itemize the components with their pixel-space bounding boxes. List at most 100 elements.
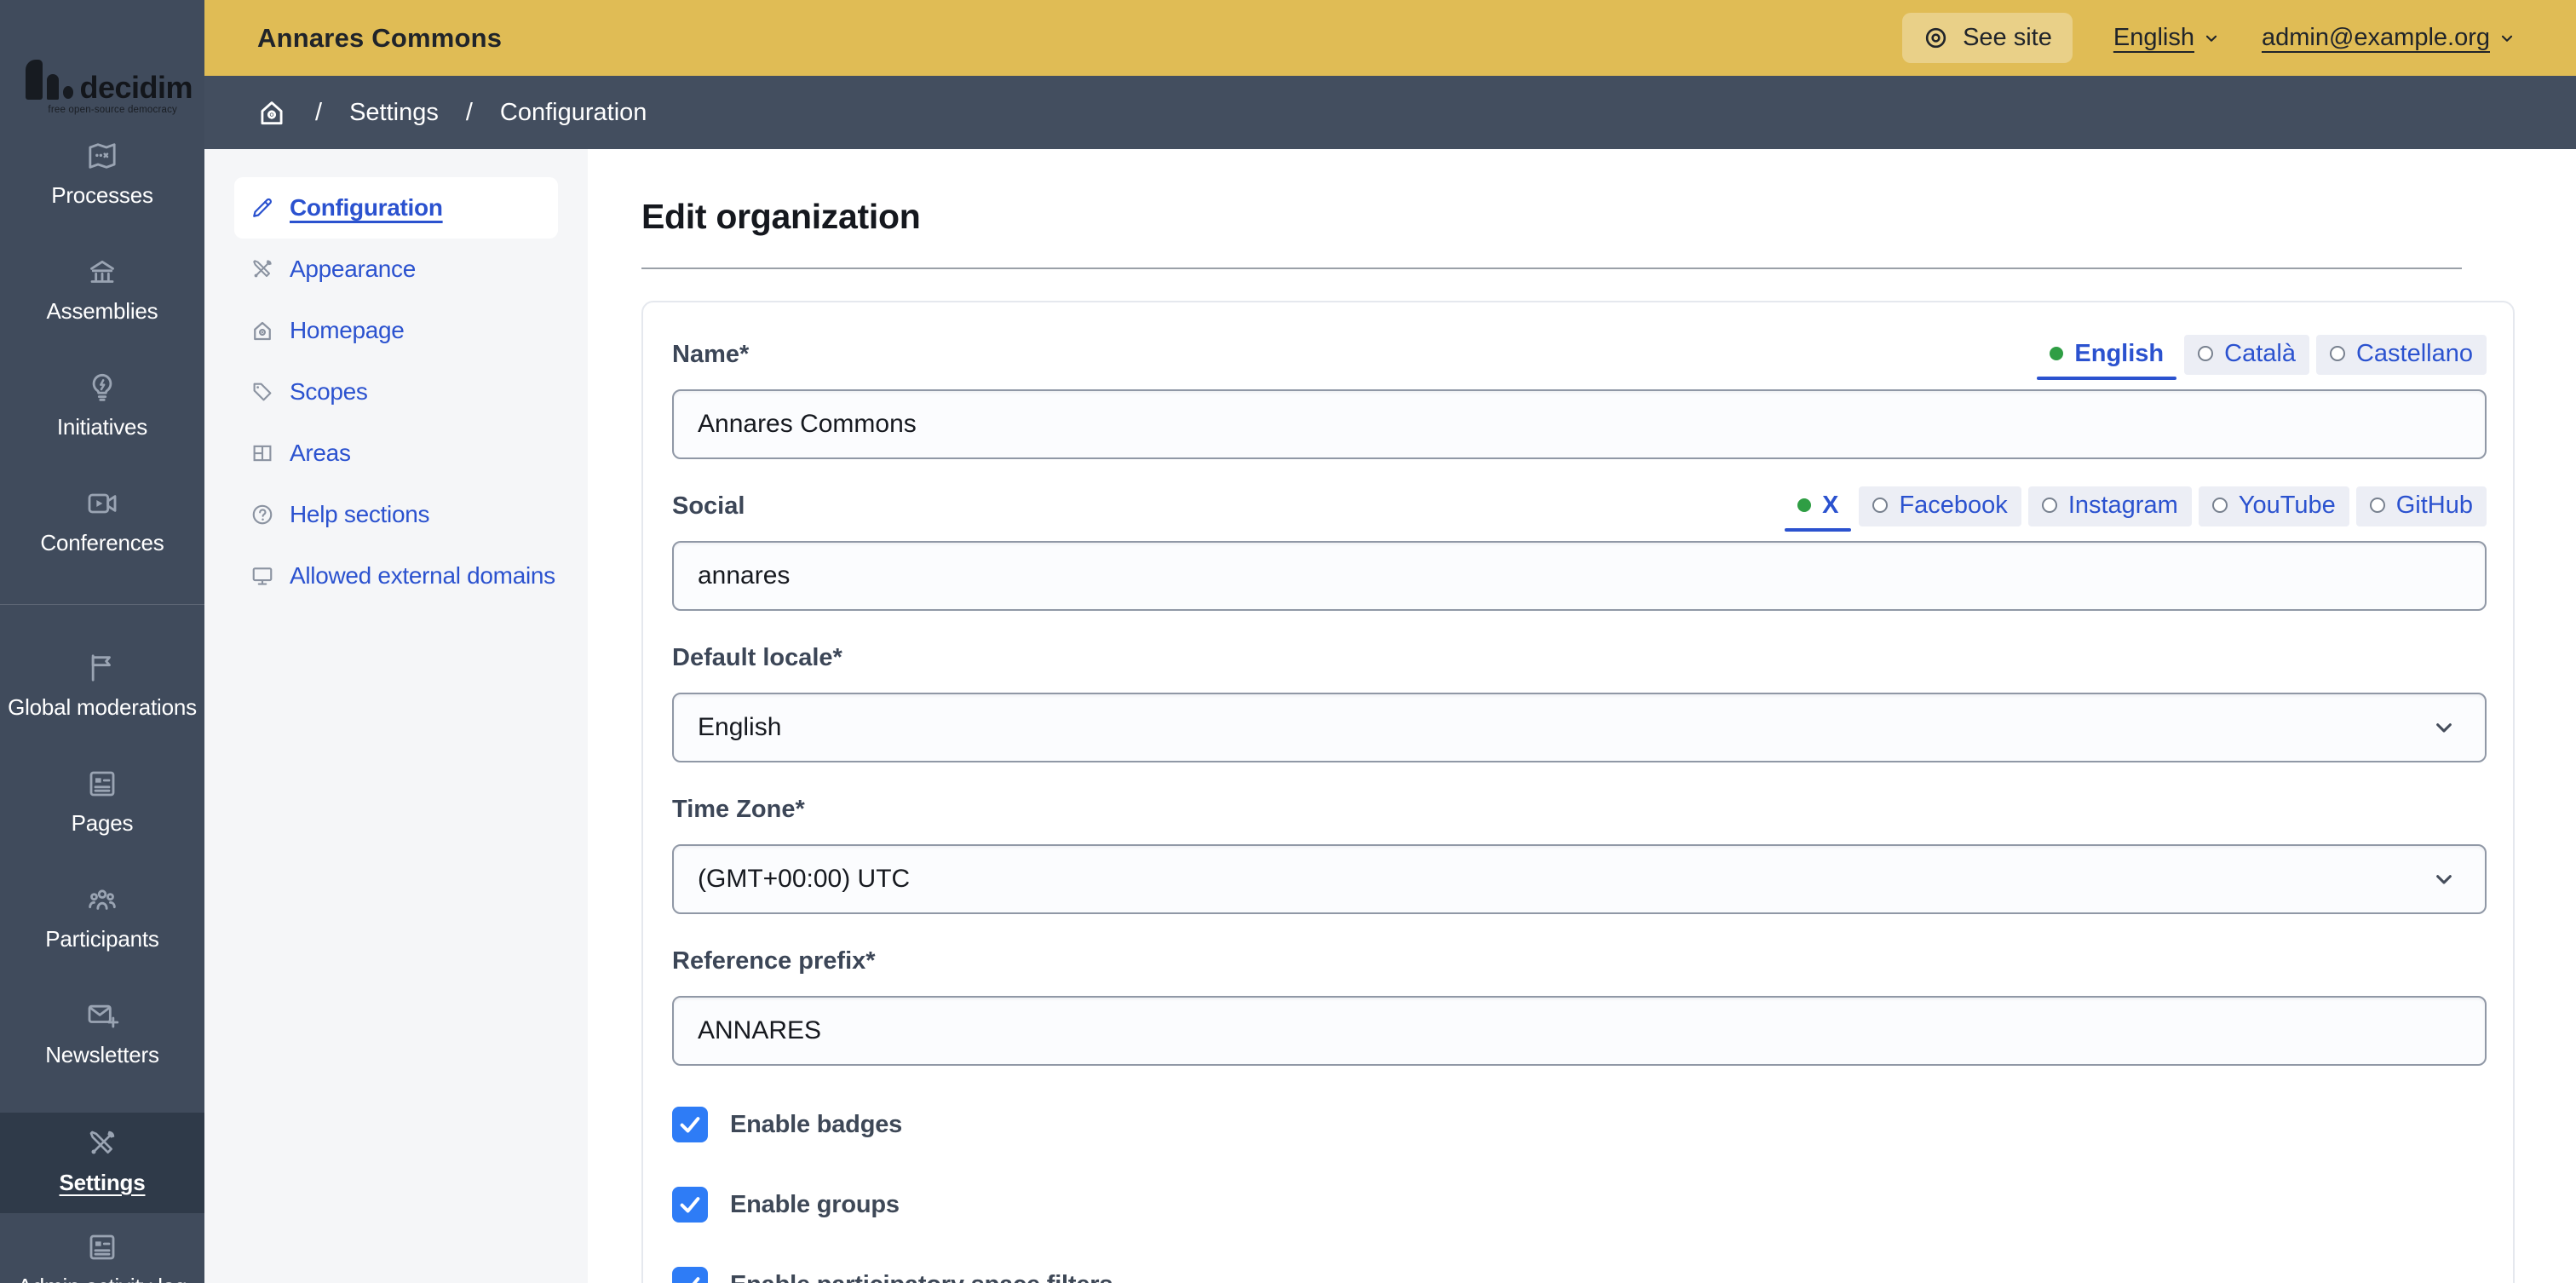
settings-nav-help-sections[interactable]: Help sections: [234, 484, 558, 545]
settings-nav-appearance[interactable]: Appearance: [234, 239, 558, 300]
social-tab-x[interactable]: X: [1784, 486, 1852, 532]
locale-tab-label: Castellano: [2355, 339, 2473, 367]
sidebar-item-pages[interactable]: Pages: [0, 765, 204, 838]
checkbox-checked-icon[interactable]: [672, 1107, 708, 1142]
name-field-group: Name* English Català Castellano Annares …: [672, 333, 2487, 459]
video-camera-icon: [88, 493, 117, 514]
locale-tab-label: Català: [2224, 339, 2296, 367]
settings-nav-label: Scopes: [290, 378, 368, 405]
settings-nav: Configuration Appearance Homepage Scopes…: [204, 149, 588, 1283]
breadcrumb-separator: /: [465, 98, 473, 126]
home-icon[interactable]: [256, 96, 288, 129]
locale-tab-castellano[interactable]: Castellano: [2315, 334, 2487, 375]
sidebar-item-settings[interactable]: Settings: [0, 1113, 204, 1213]
logo-text: decidim: [79, 69, 193, 105]
reference-prefix-field-group: Reference prefix* ANNARES: [672, 940, 2487, 1066]
empty-circle-icon: [2369, 498, 2385, 513]
social-tab-instagram[interactable]: Instagram: [2027, 486, 2192, 526]
social-input[interactable]: annares: [672, 541, 2487, 611]
breadcrumb-configuration[interactable]: Configuration: [500, 99, 647, 127]
settings-nav-label: Help sections: [290, 501, 430, 527]
enable-badges-row[interactable]: Enable badges: [672, 1107, 2487, 1142]
name-locale-tabs: English Català Castellano: [2036, 334, 2487, 380]
language-menu[interactable]: English: [2113, 24, 2221, 52]
time-zone-select[interactable]: (GMT+00:00) UTC: [672, 844, 2487, 914]
settings-nav-allowed-external-domains[interactable]: Allowed external domains: [234, 545, 558, 607]
home-gear-icon: [254, 321, 271, 341]
sidebar-item-label: Newsletters: [45, 1042, 159, 1067]
account-menu[interactable]: admin@example.org: [2262, 24, 2516, 52]
logo-bar: [26, 60, 43, 100]
decidim-logo-mark: decidim: [26, 60, 193, 105]
filled-dot-icon: [2050, 347, 2064, 360]
enable-groups-row[interactable]: Enable groups: [672, 1187, 2487, 1223]
settings-nav-label: Allowed external domains: [290, 562, 555, 589]
edit-organization-form: Name* English Català Castellano Annares …: [641, 301, 2515, 1283]
decidim-logo[interactable]: decidim free open-source democracy: [26, 60, 193, 115]
reference-prefix-label: Reference prefix*: [672, 946, 876, 975]
chevron-down-icon: [2436, 875, 2452, 884]
empty-circle-icon: [2211, 498, 2228, 513]
tools-icon: [253, 259, 273, 279]
sidebar-item-label: Admin activity log: [18, 1274, 187, 1283]
sidebar-item-newsletters[interactable]: Newsletters: [0, 997, 204, 1070]
sidebar-item-global-moderations[interactable]: Global moderations: [0, 649, 204, 722]
settings-nav-configuration[interactable]: Configuration: [234, 177, 558, 239]
time-zone-label: Time Zone*: [672, 795, 805, 823]
sidebar-item-assemblies[interactable]: Assemblies: [0, 253, 204, 326]
title-divider: [641, 268, 2462, 269]
social-tab-youtube[interactable]: YouTube: [2198, 486, 2349, 526]
enable-participatory-space-filters-label: Enable participatory space filters: [730, 1271, 1113, 1283]
sidebar-item-processes[interactable]: Processes: [0, 137, 204, 210]
toggles-section: Enable badges Enable groups Enable parti…: [672, 1107, 2487, 1283]
breadcrumb-settings[interactable]: Settings: [349, 99, 439, 127]
default-locale-select[interactable]: English: [672, 693, 2487, 762]
sidebar-item-initiatives[interactable]: Initiatives: [0, 369, 204, 442]
flag-icon: [91, 654, 111, 682]
chevron-down-icon: [2205, 35, 2217, 42]
see-site-button[interactable]: See site: [1902, 13, 2073, 63]
mail-plus-icon: [88, 1004, 119, 1028]
time-zone-value: (GMT+00:00) UTC: [698, 865, 911, 893]
social-tab-facebook[interactable]: Facebook: [1859, 486, 2021, 526]
enable-participatory-space-filters-row[interactable]: Enable participatory space filters: [672, 1267, 2487, 1283]
sidebar-item-admin-activity-log[interactable]: Admin activity log: [0, 1228, 204, 1283]
pencil-icon: [253, 198, 272, 217]
sidebar-item-label: Global moderations: [8, 694, 197, 720]
eye-icon: [1925, 27, 1946, 49]
logo-dot: [63, 86, 74, 99]
bank-icon: [90, 260, 114, 283]
checkbox-checked-icon[interactable]: [672, 1267, 708, 1283]
decidim-admin-app: decidim free open-source democracy Proce…: [0, 0, 2576, 1283]
sidebar-nav: Processes Assemblies Initiatives Confere…: [0, 137, 204, 1283]
sidebar-item-participants[interactable]: Participants: [0, 881, 204, 954]
organization-title: Annares Commons: [257, 22, 503, 53]
social-tab-github[interactable]: GitHub: [2355, 486, 2487, 526]
reference-prefix-input[interactable]: ANNARES: [672, 996, 2487, 1066]
check-icon: [680, 1197, 700, 1213]
checkbox-checked-icon[interactable]: [672, 1187, 708, 1223]
social-tab-label: Instagram: [2067, 491, 2178, 519]
grid-icon: [253, 445, 272, 462]
settings-nav-label: Areas: [290, 440, 351, 466]
sidebar-item-label: Pages: [71, 810, 134, 836]
settings-nav-areas[interactable]: Areas: [234, 423, 558, 484]
map-icon: [89, 143, 116, 169]
settings-nav-label: Appearance: [290, 256, 417, 282]
settings-nav-scopes[interactable]: Scopes: [234, 361, 558, 423]
locale-tab-english[interactable]: English: [2036, 335, 2177, 380]
tag-icon: [253, 383, 272, 401]
name-input[interactable]: Annares Commons: [672, 389, 2487, 459]
sidebar-item-conferences[interactable]: Conferences: [0, 485, 204, 558]
locale-tab-catala[interactable]: Català: [2184, 334, 2309, 375]
lightbulb-icon: [92, 373, 112, 401]
settings-nav-homepage[interactable]: Homepage: [234, 300, 558, 361]
see-site-label: See site: [1963, 24, 2052, 51]
social-label: Social: [672, 492, 745, 520]
social-tab-label: GitHub: [2395, 491, 2473, 519]
empty-circle-icon: [2198, 346, 2214, 361]
default-locale-value: English: [698, 713, 782, 741]
sidebar-item-label: Settings: [59, 1170, 146, 1195]
empty-circle-icon: [2041, 498, 2057, 513]
locale-tab-label: English: [2074, 339, 2165, 367]
